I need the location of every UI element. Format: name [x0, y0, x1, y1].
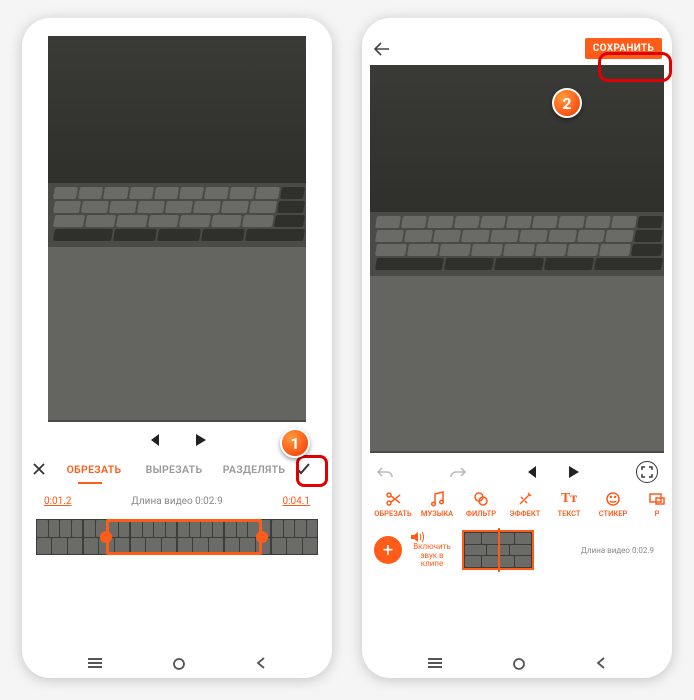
timeline-row: + Включить звук в клипе Длина видео 0:02…	[362, 522, 672, 570]
time-info: 0:01.2 Длина видео 0:02.9 0:04.1	[22, 484, 332, 513]
statusbar	[22, 18, 332, 36]
nav-home[interactable]	[171, 656, 187, 672]
tab-indicator	[78, 482, 102, 484]
tool-sticker[interactable]: СТИКЕР	[592, 489, 634, 518]
music-icon	[416, 489, 458, 509]
step-badge-2: 2	[552, 88, 582, 118]
pip-icon	[636, 489, 672, 509]
highlight-confirm	[296, 455, 328, 487]
system-navbar	[362, 656, 672, 672]
system-navbar	[22, 656, 332, 672]
tool-music[interactable]: МУЗЫКА	[416, 489, 458, 518]
nav-recents[interactable]	[426, 656, 444, 672]
statusbar	[362, 18, 672, 36]
playhead[interactable]	[498, 528, 500, 572]
trim-end-time[interactable]: 0:04.1	[282, 496, 310, 507]
scissors-icon	[372, 489, 414, 509]
phone-screen-2: СОХРАНИТЬ ОБРЕЗАТЬ МУЗЫКА ФИЛЬТР ЭФФЕКТ …	[362, 18, 672, 678]
text-icon: Tт	[548, 489, 590, 509]
tab-split[interactable]: РАЗДЕЛЯТЬ	[214, 463, 294, 476]
play-button[interactable]	[565, 464, 581, 480]
edit-tabs: ОБРЕЗАТЬ ВЫРЕЗАТЬ РАЗДЕЛЯТЬ	[22, 456, 332, 484]
tab-cut[interactable]: ВЫРЕЗАТЬ	[134, 463, 214, 476]
tool-pip[interactable]: Р	[636, 489, 672, 518]
close-button[interactable]	[32, 462, 54, 476]
nav-back[interactable]	[594, 656, 608, 672]
nav-back[interactable]	[254, 656, 268, 672]
tool-effect[interactable]: ЭФФЕКТ	[504, 489, 546, 518]
trim-timeline[interactable]	[36, 519, 318, 555]
video-length-label: Длина видео 0:02.9	[131, 496, 222, 507]
trim-start-time[interactable]: 0:01.2	[44, 496, 72, 507]
add-clip-button[interactable]: +	[374, 536, 402, 564]
undo-button[interactable]	[376, 465, 394, 479]
tool-filter[interactable]: ФИЛЬТР	[460, 489, 502, 518]
play-button[interactable]	[192, 432, 208, 448]
video-length-label: Длина видео 0:02.9	[542, 546, 662, 555]
prev-button[interactable]	[146, 432, 162, 448]
trim-handle-left[interactable]	[100, 531, 112, 543]
highlight-save	[598, 52, 672, 82]
tab-trim[interactable]: ОБРЕЗАТЬ	[54, 463, 134, 476]
prev-button[interactable]	[523, 464, 539, 480]
tool-trim[interactable]: ОБРЕЗАТЬ	[372, 489, 414, 518]
filter-icon	[460, 489, 502, 509]
back-button[interactable]	[372, 41, 392, 57]
trim-handle-right[interactable]	[256, 531, 268, 543]
nav-home[interactable]	[511, 656, 527, 672]
tool-row: ОБРЕЗАТЬ МУЗЫКА ФИЛЬТР ЭФФЕКТ TтТЕКСТ СТ…	[362, 487, 672, 522]
video-preview[interactable]	[48, 36, 306, 422]
sound-icon	[410, 531, 454, 543]
timeline-clip[interactable]	[462, 530, 534, 570]
step-badge-1: 1	[280, 428, 310, 458]
effect-icon	[504, 489, 546, 509]
fullscreen-button[interactable]	[636, 461, 658, 483]
mute-toggle[interactable]: Включить звук в клипе	[410, 531, 454, 569]
video-preview[interactable]	[370, 65, 664, 453]
redo-button[interactable]	[449, 465, 467, 479]
playback-controls	[362, 453, 672, 487]
sticker-icon	[592, 489, 634, 509]
trim-selection[interactable]	[106, 519, 262, 555]
phone-screen-1: ОБРЕЗАТЬ ВЫРЕЗАТЬ РАЗДЕЛЯТЬ 0:01.2 Длина…	[22, 18, 332, 678]
tool-text[interactable]: TтТЕКСТ	[548, 489, 590, 518]
nav-recents[interactable]	[86, 656, 104, 672]
